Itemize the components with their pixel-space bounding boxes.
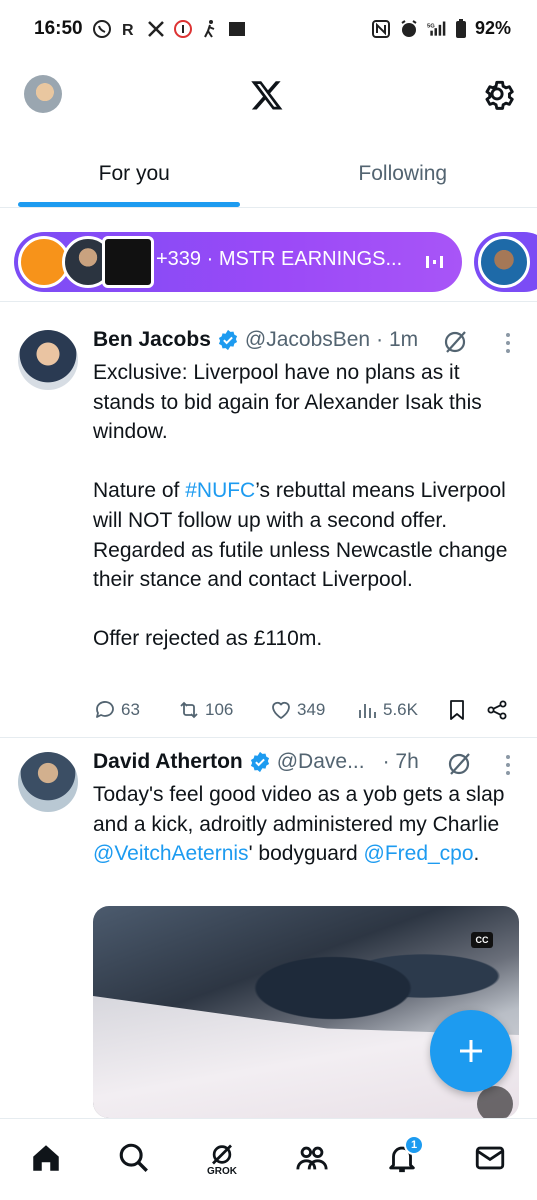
repost-button[interactable]: 106: [177, 698, 233, 722]
status-right: 5G 92%: [371, 18, 511, 39]
status-time: 16:50: [34, 18, 83, 39]
share-icon: [487, 700, 507, 720]
x-icon: [148, 21, 164, 37]
space-avatar: [102, 236, 154, 288]
grok-label: GROK: [207, 1166, 237, 1177]
communities-icon: [296, 1146, 328, 1170]
reply-icon: [96, 701, 114, 718]
more-options-icon[interactable]: [505, 332, 511, 354]
live-audio-icon: [426, 256, 443, 268]
tweet-actions: 63 106 349 5.6K: [93, 696, 523, 726]
heart-icon: [272, 701, 290, 719]
space-avatar: [478, 236, 530, 288]
like-count: 349: [297, 700, 326, 719]
active-tab-indicator: [18, 202, 240, 207]
tab-for-you[interactable]: For you: [0, 140, 269, 207]
bookmark-icon: [450, 700, 464, 720]
repost-icon: [180, 701, 198, 719]
home-icon: [33, 1145, 59, 1171]
reply-count: 63: [121, 700, 140, 719]
gear-icon[interactable]: [482, 78, 516, 112]
messages-icon: [475, 1146, 505, 1170]
status-bar: 16:50 R 5G 92%: [0, 0, 537, 62]
nav-communities[interactable]: [294, 1141, 330, 1177]
search-icon: [119, 1143, 148, 1172]
grok-icon: [212, 1144, 232, 1165]
space-host-avatars: [18, 236, 168, 288]
tweet-text: Exclusive: Liverpool have no plans as it…: [93, 358, 523, 654]
mention-link[interactable]: @Fred_cpo: [364, 842, 474, 865]
battery-icon: [455, 18, 466, 38]
battery-level: 92%: [474, 18, 511, 38]
tab-for-you-label: For you: [98, 161, 170, 185]
tweet-time: · 7h: [382, 750, 419, 773]
tab-following[interactable]: Following: [269, 140, 537, 207]
mute-button[interactable]: [477, 1086, 513, 1118]
nav-notifications[interactable]: 1: [384, 1135, 424, 1177]
tab-following-label: Following: [358, 161, 448, 185]
views-count: 5.6K: [383, 700, 418, 719]
tweet[interactable]: Ben Jacobs @JacobsBen · 1m Exclusive: Li…: [0, 316, 537, 738]
tweet-paragraph: Exclusive: Liverpool have no plans as it…: [93, 361, 488, 444]
nav-grok[interactable]: GROK: [204, 1141, 240, 1177]
author-avatar[interactable]: [18, 330, 78, 390]
more-options-icon[interactable]: [505, 754, 511, 776]
r-icon: R: [122, 22, 134, 39]
author-handle[interactable]: @Dave...: [277, 750, 365, 774]
signal-icon: 5G: [427, 21, 446, 36]
profile-avatar[interactable]: [24, 75, 62, 113]
author-name[interactable]: David Atherton: [93, 750, 243, 774]
plus-icon: [460, 1040, 482, 1062]
svg-text:5G: 5G: [427, 23, 435, 29]
alarm-icon: [401, 19, 417, 37]
app-header: [0, 62, 537, 132]
author-avatar[interactable]: [18, 752, 78, 812]
tweet-paragraph: Offer rejected as £110m.: [93, 627, 323, 651]
live-space-pill-2[interactable]: [474, 232, 537, 292]
tweet-time: · 1m: [376, 328, 419, 351]
nfc-icon: [371, 19, 390, 38]
walk-icon: [204, 20, 215, 38]
tweet-header: Ben Jacobs @JacobsBen · 1m: [93, 328, 418, 352]
captions-badge[interactable]: CC: [471, 932, 493, 948]
svg-text:R: R: [122, 22, 134, 39]
compose-button[interactable]: [430, 1010, 512, 1092]
nav-search[interactable]: [116, 1141, 152, 1177]
like-button[interactable]: 349: [269, 698, 325, 722]
tweet-paragraph: ' bodyguard: [248, 842, 364, 866]
spaces-bar: +339 · MSTR EARNINGS...: [0, 226, 537, 302]
hashtag-link[interactable]: #NUFC: [185, 479, 255, 502]
bottom-navigation: GROK 1: [0, 1118, 537, 1200]
reply-button[interactable]: 63: [93, 698, 140, 722]
x-logo-icon[interactable]: [250, 78, 284, 112]
status-left-icons: R: [92, 19, 247, 39]
tweet-header: David Atherton @Dave... · 7h: [93, 750, 419, 774]
timeline-tabs: For you Following: [0, 140, 537, 208]
app-icon: [229, 22, 245, 36]
nav-home[interactable]: [28, 1141, 64, 1177]
mention-link[interactable]: @VeitchAeternis: [93, 842, 249, 865]
tweet-paragraph: .: [473, 842, 480, 866]
live-space-pill[interactable]: +339 · MSTR EARNINGS...: [14, 232, 462, 292]
whatsapp-icon: [93, 20, 111, 38]
share-button[interactable]: [485, 698, 509, 722]
space-label: +339 · MSTR EARNINGS...: [156, 248, 403, 270]
repost-count: 106: [205, 700, 234, 719]
bookmark-button[interactable]: [445, 698, 469, 722]
counter-icon: [174, 20, 192, 38]
author-name[interactable]: Ben Jacobs: [93, 328, 211, 352]
tweet-paragraph: Nature of: [93, 479, 186, 503]
notification-badge: 1: [404, 1135, 424, 1155]
tweet-paragraph: Today's feel good video as a yob gets a …: [93, 783, 511, 836]
grok-icon[interactable]: [445, 750, 473, 778]
verified-badge-icon: [218, 329, 237, 351]
author-handle[interactable]: @JacobsBen: [245, 328, 370, 352]
views-icon: [359, 704, 376, 718]
nav-messages[interactable]: [472, 1141, 508, 1177]
views-button[interactable]: 5.6K: [355, 698, 418, 722]
grok-icon[interactable]: [441, 328, 469, 356]
verified-badge-icon: [250, 751, 269, 773]
tweet-text: Today's feel good video as a yob gets a …: [93, 780, 523, 869]
